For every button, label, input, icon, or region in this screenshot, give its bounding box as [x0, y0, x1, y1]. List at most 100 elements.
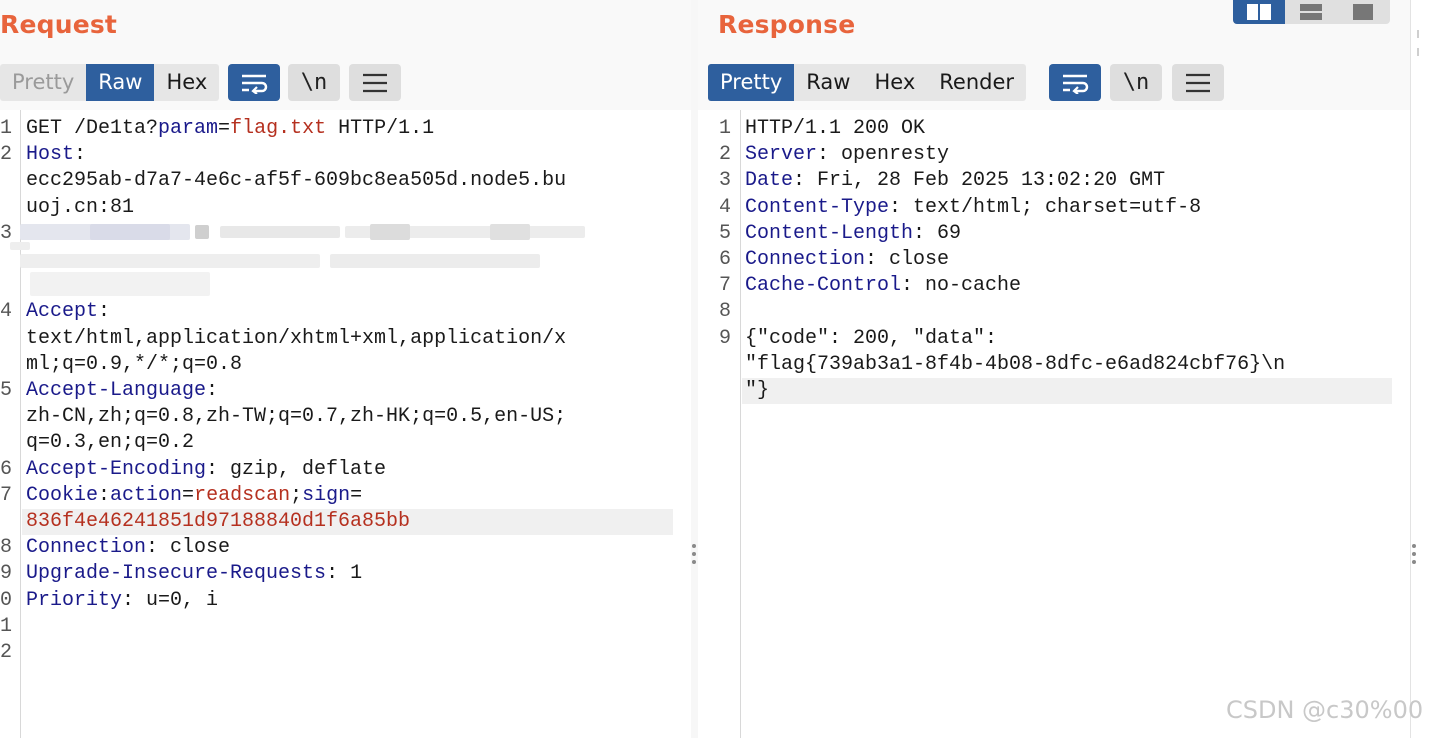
line-highlight	[742, 378, 1392, 404]
line-text: HTTP/1.1 200 OK	[745, 116, 925, 142]
code-line: 9 {"code": 200, "data":	[698, 326, 1410, 352]
line-number: 1	[0, 614, 13, 638]
code-line: 4 Accept:	[0, 299, 691, 325]
line-text: q=0.3,en;q=0.2	[26, 430, 194, 456]
code-line: 5 Accept-Language:	[0, 378, 691, 404]
line-number: 3	[719, 169, 732, 193]
wrap-lines-icon	[242, 74, 268, 94]
header-key: Accept-Encoding	[26, 457, 207, 481]
line-text: Date: Fri, 28 Feb 2025 13:02:20 GMT	[745, 168, 1165, 194]
tab-hex[interactable]: Hex	[862, 64, 927, 101]
text-token: HTTP/1.1	[326, 117, 435, 140]
code-line: 8 Connection: close	[0, 535, 691, 561]
line-text: Cookie:action=readscan;sign=	[26, 483, 362, 509]
line-text: Accept-Encoding: gzip, deflate	[26, 457, 386, 483]
layout-stacked-button[interactable]	[1285, 0, 1337, 24]
line-text: text/html,application/xhtml+xml,applicat…	[26, 326, 566, 352]
response-pane: Response Pretty Raw Hex Render \n 1 HTTP…	[698, 0, 1410, 738]
text-token: text/html,application/xhtml+xml,applicat…	[26, 326, 567, 350]
param-value: readscan	[194, 483, 291, 507]
code-line: "}	[698, 378, 1410, 404]
show-newlines-button[interactable]: \n	[288, 64, 340, 101]
code-line: text/html,application/xhtml+xml,applicat…	[0, 326, 691, 352]
wrap-lines-icon	[1063, 74, 1089, 94]
line-number: 2	[0, 143, 13, 167]
line-text: Content-Length: 69	[745, 221, 961, 247]
layout-single-button[interactable]	[1337, 0, 1389, 24]
code-line: 8	[698, 299, 1410, 325]
header-key: Accept-Language	[26, 379, 207, 402]
text-token: zh-CN,zh;q=0.8,zh-TW;q=0.7,zh-HK;q=0.5,e…	[26, 405, 567, 429]
wrap-lines-button[interactable]	[228, 64, 280, 101]
columns-icon	[1247, 4, 1271, 20]
line-number: 6	[0, 457, 13, 481]
line-number: 6	[719, 248, 732, 271]
tab-pretty[interactable]: Pretty	[0, 64, 86, 101]
text-token: : 1	[326, 562, 363, 586]
text-token: : gzip, deflate	[206, 457, 387, 481]
code-line: 0 Priority: u=0, i	[0, 588, 691, 614]
response-editor[interactable]: 1 HTTP/1.1 200 OK 2 Server: openresty 3 Date:…	[698, 110, 1410, 738]
hamburger-menu-icon	[1186, 73, 1210, 92]
header-key: sign	[302, 483, 351, 507]
layout-side-by-side-button[interactable]	[1233, 0, 1285, 24]
tab-pretty[interactable]: Pretty	[708, 64, 795, 101]
header-key: Server	[745, 143, 818, 167]
code-line: ml;q=0.9,*/*;q=0.8	[0, 352, 691, 378]
header-key: Cache-Control	[745, 274, 902, 298]
line-text: uoj.cn:81	[26, 195, 134, 221]
code-line: uoj.cn:81	[0, 195, 691, 221]
tab-raw[interactable]: Raw	[86, 64, 155, 101]
line-text: 836f4e46241851d97188840d1f6a85bb	[26, 509, 410, 535]
line-text: Accept-Language:	[26, 378, 218, 404]
line-text: Connection: close	[745, 247, 949, 273]
text-token: : no-cache	[901, 274, 1022, 298]
text-token: ml;q=0.9,*/*;q=0.8	[26, 352, 243, 376]
header-key: param	[158, 117, 219, 140]
line-text: ecc295ab-d7a7-4e6c-af5f-609bc8ea505d.nod…	[26, 168, 566, 194]
code-line: 2 Server: openresty	[698, 142, 1410, 168]
line-text: Upgrade-Insecure-Requests: 1	[26, 561, 362, 587]
param-value: flag.txt	[230, 117, 327, 140]
request-view-tabs: Pretty Raw Hex	[0, 64, 220, 101]
text-token: : openresty	[817, 143, 950, 167]
tab-raw[interactable]: Raw	[794, 64, 862, 101]
inspector-collapse-bar[interactable]	[1410, 0, 1430, 738]
line-number: 7	[719, 274, 732, 298]
tab-hex[interactable]: Hex	[154, 64, 219, 101]
code-line: 7 Cache-Control: no-cache	[698, 273, 1410, 299]
header-key: Content-Type	[745, 195, 890, 219]
line-text: Content-Type: text/html; charset=utf-8	[745, 195, 1201, 221]
text-token: =	[350, 483, 363, 507]
header-key: Host	[26, 143, 75, 167]
text-token: q=0.3,en;q=0.2	[26, 431, 195, 455]
tab-render[interactable]: Render	[927, 64, 1026, 101]
request-editor[interactable]: 1 GET /De1ta?param=flag.txt HTTP/1.1 2 Host…	[0, 110, 691, 738]
text-token: =	[218, 117, 231, 140]
text-token: : 69	[913, 221, 962, 245]
header-key: Connection	[745, 248, 866, 271]
show-newlines-button[interactable]: \n	[1110, 64, 1162, 101]
response-title: Response	[718, 10, 856, 39]
request-title: Request	[0, 10, 118, 39]
text-token: :	[74, 143, 87, 167]
wrap-lines-button[interactable]	[1049, 64, 1101, 101]
pane-splitter[interactable]	[691, 0, 698, 738]
response-view-tabs: Pretty Raw Hex Render	[708, 64, 1027, 101]
text-token: uoj.cn:81	[26, 195, 135, 219]
response-menu-button[interactable]	[1172, 64, 1224, 101]
param-value: 836f4e46241851d97188840d1f6a85bb	[26, 510, 411, 533]
text-token: : close	[865, 248, 950, 271]
header-key: action	[110, 483, 183, 507]
header-key: Upgrade-Insecure-Requests	[26, 562, 327, 586]
line-number: 5	[0, 379, 13, 402]
text-token: HTTP/1.1 200 OK	[745, 117, 926, 140]
watermark: CSDN @c30%00	[1226, 696, 1424, 724]
code-line: 3 Date: Fri, 28 Feb 2025 13:02:20 GMT	[698, 168, 1410, 194]
request-menu-button[interactable]	[349, 64, 401, 101]
line-number: 0	[0, 588, 13, 612]
text-token: :	[206, 379, 219, 402]
code-line: 2 Host:	[0, 142, 691, 168]
text-token: GET /De1ta?	[26, 117, 159, 140]
redacted-blur	[10, 220, 610, 300]
